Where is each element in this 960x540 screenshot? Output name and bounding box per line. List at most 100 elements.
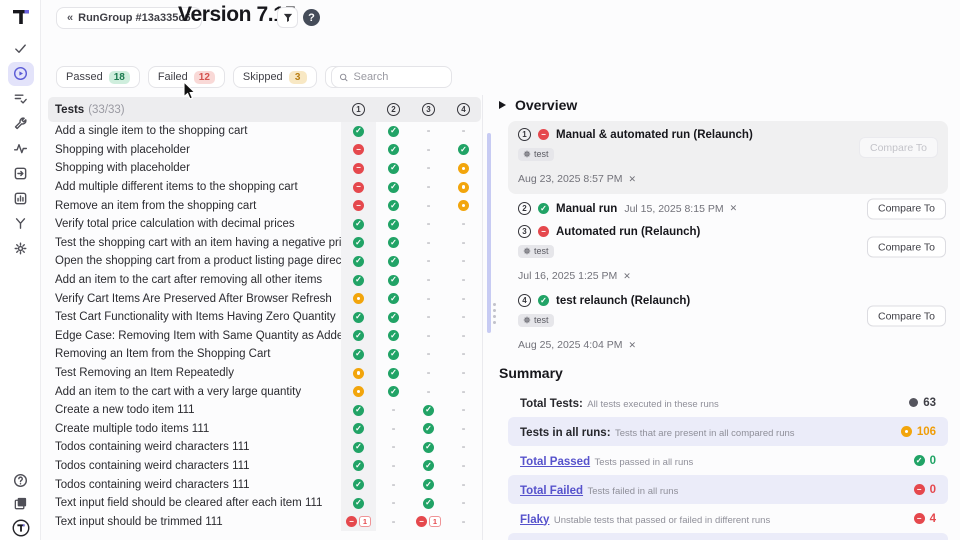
sidebar [0, 0, 41, 540]
table-row[interactable]: Todos containing weird characters 111-- [48, 457, 481, 476]
summary-label: Total Tests: [520, 398, 583, 410]
app-logo-icon[interactable] [0, 6, 41, 28]
table-row[interactable]: Test the shopping cart with an item havi… [48, 234, 481, 253]
help-button[interactable]: ? [303, 9, 320, 26]
run-item-3[interactable]: 3 Automated run (Relaunch) test Jul 16, … [508, 223, 948, 286]
table-row[interactable]: Edge Case: Removing Item with Same Quant… [48, 327, 481, 346]
no-run-dash: - [392, 497, 396, 509]
sidebar-item-play-circle[interactable] [0, 61, 41, 86]
table-row[interactable]: Text input field should be cleared after… [48, 494, 481, 513]
filter-chip-failed[interactable]: Failed 12 [148, 66, 225, 88]
status-skipped-icon [458, 163, 469, 174]
column-run-3[interactable]: 3 [411, 97, 446, 122]
table-row[interactable]: Verify Cart Items Are Preserved After Br… [48, 289, 481, 308]
column-run-2[interactable]: 2 [376, 97, 411, 122]
status-passed-icon [353, 405, 364, 416]
summary-value: 106 [901, 426, 936, 438]
run-number-icon: 1 [352, 103, 365, 116]
table-row[interactable]: Todos containing weird characters 111-- [48, 438, 481, 457]
sidebar-item-wrench[interactable] [0, 111, 41, 136]
table-row[interactable]: Shopping with placeholder- [48, 159, 481, 178]
status-passed-icon [353, 460, 364, 471]
column-run-4[interactable]: 4 [446, 97, 481, 122]
status-passed-icon [423, 479, 434, 490]
sidebar-item-box-arrow[interactable] [0, 161, 41, 186]
sidebar-item-branch[interactable] [0, 211, 41, 236]
library-icon[interactable] [13, 496, 28, 511]
run-tag: test [518, 314, 554, 327]
tests-header-label: Tests [55, 104, 84, 116]
table-row[interactable]: Add an item to the cart with a very larg… [48, 382, 481, 401]
no-run-dash: - [462, 348, 466, 360]
sidebar-item-gear[interactable] [0, 236, 41, 261]
sidebar-item-list-check[interactable] [0, 86, 41, 111]
search-box [331, 66, 452, 88]
status-passed-icon [353, 275, 364, 286]
test-name: Add an item to the cart with a very larg… [48, 386, 341, 398]
remove-run-icon[interactable] [730, 203, 738, 214]
panel-scrollbar[interactable] [487, 133, 491, 333]
tests-header-count: (33/33) [88, 104, 124, 116]
run-item-1[interactable]: 1 Manual & automated run (Relaunch) test… [508, 121, 948, 194]
summary-row: Total Failed Tests failed in all runs 0 [508, 475, 948, 504]
resize-grip[interactable] [493, 303, 496, 324]
comment-badge[interactable]: 1 [359, 516, 371, 527]
column-run-1[interactable]: 1 [341, 97, 376, 122]
table-row[interactable]: Add an item to the cart after removing a… [48, 271, 481, 290]
remove-run-icon[interactable] [623, 271, 631, 282]
table-row[interactable]: Add a single item to the shopping cart-- [48, 122, 481, 141]
summary-description: Tests that are present in all compared r… [615, 428, 795, 439]
table-row[interactable]: Create multiple todo items 111-- [48, 420, 481, 439]
table-row[interactable]: Text input should be trimmed 1111-1- [48, 512, 481, 531]
status-passed-icon [388, 256, 399, 267]
comment-badge[interactable]: 1 [429, 516, 441, 527]
run-item-4[interactable]: 4 test relaunch (Relaunch) test Aug 25, … [508, 292, 948, 355]
table-row[interactable]: Verify total price calculation with deci… [48, 215, 481, 234]
compare-to-button[interactable]: Compare To [867, 198, 946, 219]
filter-button[interactable] [277, 7, 298, 28]
status-passed-icon [353, 423, 364, 434]
search-input[interactable] [353, 71, 444, 83]
table-row[interactable]: Add multiple different items to the shop… [48, 178, 481, 197]
avatar[interactable] [12, 519, 30, 537]
table-row[interactable]: Removing an Item from the Shopping Cart-… [48, 345, 481, 364]
summary-link[interactable]: Flaky [520, 514, 549, 526]
run-date: Jul 16, 2025 1:25 PM [518, 270, 631, 282]
filter-chip-skipped[interactable]: Skipped 3 [233, 66, 317, 88]
table-row[interactable]: Create a new todo item 111-- [48, 401, 481, 420]
summary-link[interactable]: Total Passed [520, 456, 590, 468]
remove-run-icon[interactable] [629, 340, 637, 351]
table-row[interactable]: Open the shopping cart from a product li… [48, 252, 481, 271]
help-circle-icon[interactable] [13, 473, 28, 488]
table-row[interactable]: Shopping with placeholder- [48, 141, 481, 160]
filter-chip-passed[interactable]: Passed 18 [56, 66, 140, 88]
search-icon [339, 72, 348, 83]
sidebar-item-check[interactable] [0, 36, 41, 61]
no-run-dash: - [462, 441, 466, 453]
compare-to-button[interactable]: Compare To [867, 306, 946, 327]
no-run-dash: - [427, 255, 431, 267]
run-item-2[interactable]: 2 Manual runJul 15, 2025 8:15 PM Compare… [508, 200, 948, 217]
summary-link[interactable]: Total Failed [520, 485, 583, 497]
summary-row: Flaky Unstable tests that passed or fail… [508, 504, 948, 533]
summary-orange-icon [901, 426, 912, 437]
status-skipped-icon [353, 293, 364, 304]
test-name: Create a new todo item 111 [48, 404, 341, 416]
status-passed-icon [388, 330, 399, 341]
no-run-dash: - [462, 330, 466, 342]
tests-table-header: Tests (33/33) 1234 [48, 97, 481, 122]
table-row[interactable]: Remove an item from the shopping cart- [48, 196, 481, 215]
table-row[interactable]: Todos containing weird characters 111-- [48, 475, 481, 494]
tag-gear-icon [523, 247, 531, 255]
table-row[interactable]: Test Removing an Item Repeatedly-- [48, 364, 481, 383]
collapse-overview-icon[interactable] [499, 101, 506, 109]
remove-run-icon[interactable] [629, 174, 637, 185]
no-run-dash: - [392, 404, 396, 416]
compare-to-button[interactable]: Compare To [867, 237, 946, 258]
run-date: Jul 15, 2025 8:15 PM [624, 203, 737, 215]
test-name: Add a single item to the shopping cart [48, 125, 341, 137]
table-row[interactable]: Test Cart Functionality with Items Havin… [48, 308, 481, 327]
no-run-dash: - [427, 144, 431, 156]
sidebar-item-activity[interactable] [0, 136, 41, 161]
sidebar-item-report[interactable] [0, 186, 41, 211]
